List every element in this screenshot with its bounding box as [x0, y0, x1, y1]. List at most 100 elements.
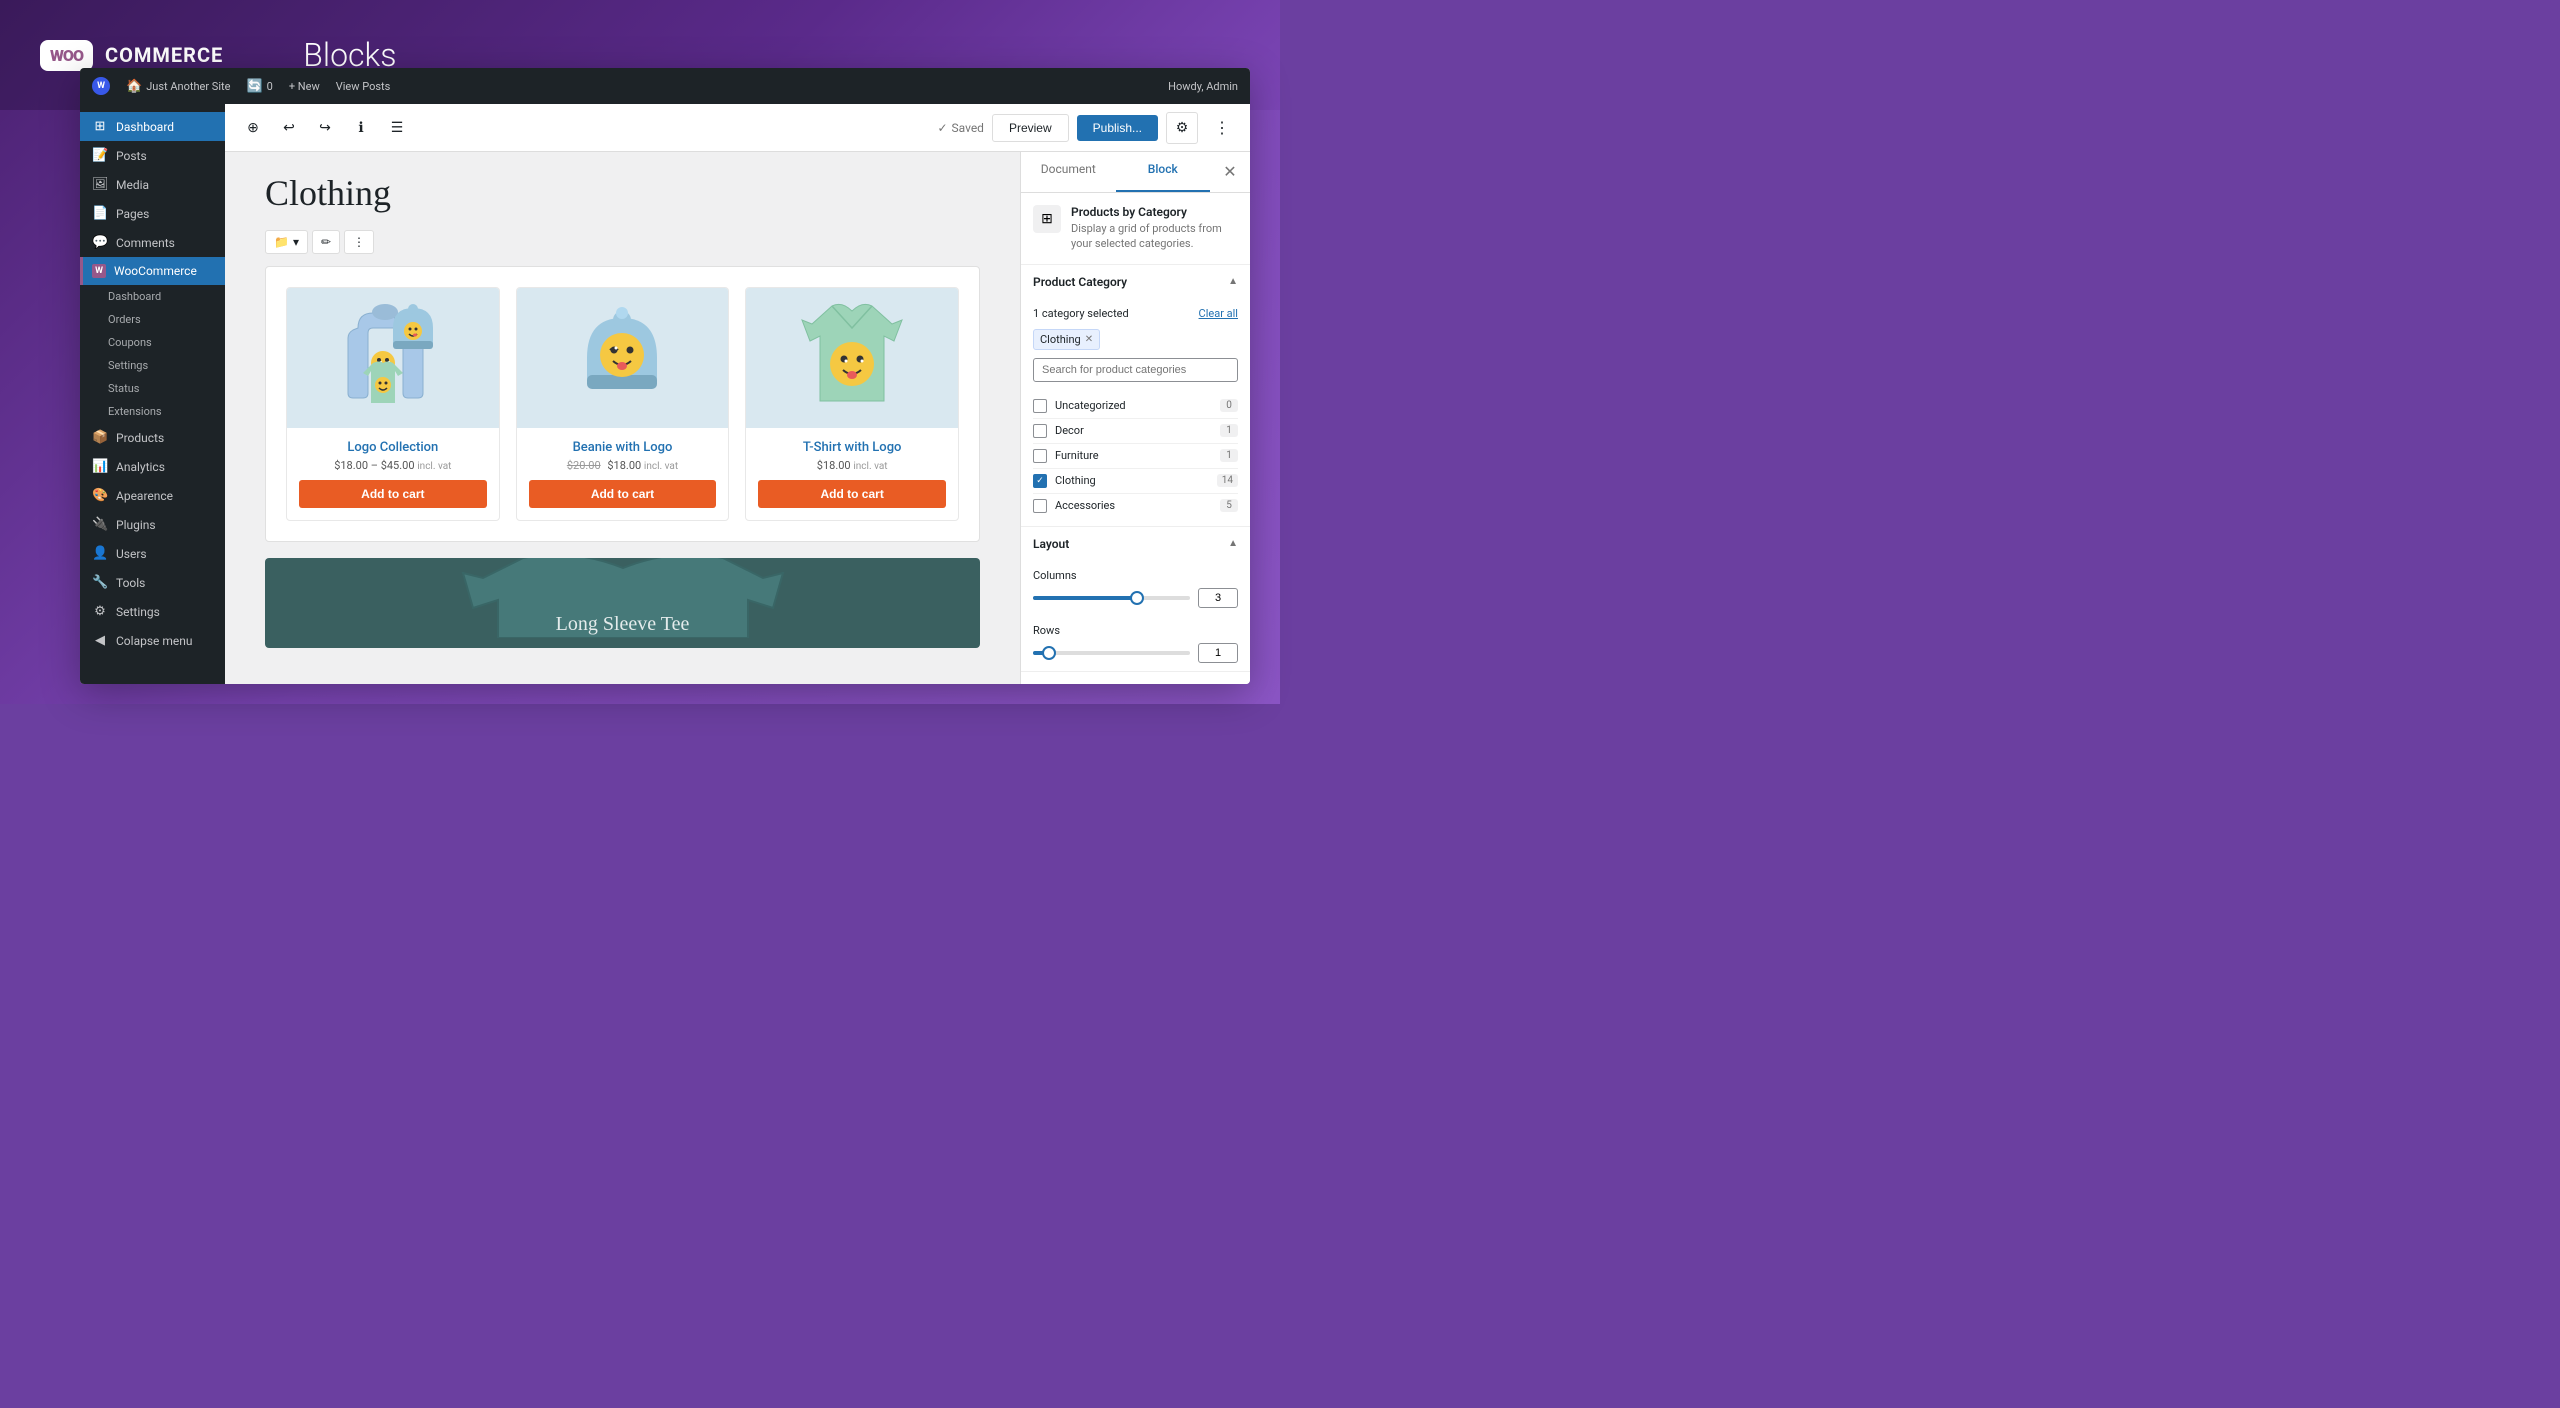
sidebar-sub-settings[interactable]: Settings	[80, 354, 225, 377]
page-title: Clothing	[265, 172, 980, 214]
block-more-button[interactable]: ⋮	[344, 230, 374, 254]
sidebar-item-products[interactable]: 📦 Products	[80, 423, 225, 452]
category-checkbox-uncategorized[interactable]	[1033, 399, 1047, 413]
sidebar-item-appearance[interactable]: 🎨 Apearence	[80, 481, 225, 510]
editor-toolbar: ⊕ ↩ ↪ ℹ ☰ ✓ Saved Preview Publish... ⚙ ⋮	[225, 104, 1250, 152]
sidebar-sub-orders[interactable]: Orders	[80, 308, 225, 331]
list-view-button[interactable]: ☰	[381, 112, 413, 144]
site-name[interactable]: 🏠 Just Another Site	[126, 79, 230, 94]
product-name-1: Logo Collection	[299, 440, 487, 455]
tab-document[interactable]: Document	[1021, 152, 1116, 192]
block-folder-button[interactable]: 📁 ▾	[265, 230, 308, 254]
product-category-section: Product Category ▲ 1 category selected C…	[1021, 265, 1250, 527]
sidebar-item-users[interactable]: 👤 Users	[80, 539, 225, 568]
sidebar-collapse[interactable]: ◀ Colapse menu	[80, 626, 225, 655]
undo-button[interactable]: ↩	[273, 112, 305, 144]
tshirt-image	[792, 298, 912, 418]
add-to-cart-button-3[interactable]: Add to cart	[758, 480, 946, 508]
sidebar-item-pages[interactable]: 📄 Pages	[80, 199, 225, 228]
rows-input[interactable]: 1	[1198, 643, 1238, 663]
sidebar-sub-dashboard[interactable]: Dashboard	[80, 285, 225, 308]
product-name-2: Beanie with Logo	[529, 440, 717, 455]
second-block-preview: Long Sleeve Tee	[265, 558, 980, 648]
updates-item[interactable]: 🔄 0	[246, 79, 272, 94]
selected-info: 1 category selected Clear all	[1033, 307, 1238, 320]
product-category-header[interactable]: Product Category ▲	[1021, 265, 1250, 299]
tab-block[interactable]: Block	[1116, 152, 1211, 192]
howdy-label: Howdy, Admin	[1168, 80, 1238, 93]
add-to-cart-button-1[interactable]: Add to cart	[299, 480, 487, 508]
sidebar-sub-extensions[interactable]: Extensions	[80, 400, 225, 423]
redo-button[interactable]: ↪	[309, 112, 341, 144]
toolbar-right: ✓ Saved Preview Publish... ⚙ ⋮	[937, 112, 1238, 144]
rows-slider-thumb[interactable]	[1042, 646, 1056, 660]
editor-content: Clothing 📁 ▾ ✏ ⋮	[225, 152, 1020, 684]
columns-slider-thumb[interactable]	[1130, 591, 1144, 605]
block-edit-button[interactable]: ✏	[312, 230, 340, 254]
home-icon: 🏠	[126, 79, 142, 94]
view-posts[interactable]: View Posts	[336, 80, 391, 93]
panel-close-button[interactable]: ✕	[1214, 156, 1246, 188]
right-panel: Document Block ✕ ⊞ Products by Category …	[1020, 152, 1250, 684]
sidebar-sub-coupons[interactable]: Coupons	[80, 331, 225, 354]
category-count-decor: 1	[1220, 424, 1238, 437]
sidebar-item-settings[interactable]: ⚙ Settings	[80, 597, 225, 626]
category-checkbox-furniture[interactable]	[1033, 449, 1047, 463]
pages-icon: 📄	[92, 206, 108, 221]
block-type-icon: ⊞	[1033, 205, 1061, 233]
category-name-accessories: Accessories	[1055, 499, 1220, 512]
add-to-cart-button-2[interactable]: Add to cart	[529, 480, 717, 508]
block-description: Display a grid of products from your sel…	[1071, 221, 1238, 252]
columns-input[interactable]: 3	[1198, 588, 1238, 608]
category-checkbox-accessories[interactable]	[1033, 499, 1047, 513]
product-card-3: T-Shirt with Logo $18.00 incl. vat Add t…	[745, 287, 959, 521]
sidebar-item-tools[interactable]: 🔧 Tools	[80, 568, 225, 597]
tools-icon: 🔧	[92, 575, 108, 590]
category-item-decor: Decor 1	[1033, 419, 1238, 444]
sidebar: ⊞ Dashboard 📝 Posts 🖼 Media 📄 Pages 💬 Co…	[80, 104, 225, 684]
sidebar-item-media[interactable]: 🖼 Media	[80, 170, 225, 199]
updates-icon: 🔄	[246, 79, 262, 94]
folder-icon: 📁	[274, 235, 289, 249]
clear-all-link[interactable]: Clear all	[1199, 307, 1238, 320]
collapse-icon-layout: ▲	[1228, 538, 1238, 549]
sidebar-sub-status[interactable]: Status	[80, 377, 225, 400]
sidebar-item-dashboard[interactable]: ⊞ Dashboard	[80, 112, 225, 141]
publish-button[interactable]: Publish...	[1077, 115, 1158, 141]
chevron-down-icon: ▾	[293, 235, 299, 249]
sidebar-item-analytics[interactable]: 📊 Analytics	[80, 452, 225, 481]
settings-button[interactable]: ⚙	[1166, 112, 1198, 144]
preview-button[interactable]: Preview	[992, 114, 1069, 142]
block-title: Products by Category	[1071, 205, 1238, 219]
check-icon: ✓	[937, 121, 947, 135]
tag-remove-button[interactable]: ✕	[1085, 334, 1093, 345]
product-image-1	[287, 288, 499, 428]
category-checkbox-decor[interactable]	[1033, 424, 1047, 438]
add-block-button[interactable]: ⊕	[237, 112, 269, 144]
category-name-clothing: Clothing	[1055, 474, 1217, 487]
info-button[interactable]: ℹ	[345, 112, 377, 144]
layout-section-header[interactable]: Layout ▲	[1021, 527, 1250, 561]
category-search-input[interactable]	[1033, 358, 1238, 382]
product-category-title: Product Category	[1033, 275, 1127, 289]
product-price-2: $20.00 $18.00 incl. vat	[529, 459, 717, 472]
product-info-2: Beanie with Logo $20.00 $18.00 incl. vat…	[517, 428, 729, 520]
rows-slider-track	[1033, 651, 1190, 655]
sidebar-item-posts[interactable]: 📝 Posts	[80, 141, 225, 170]
category-checkbox-clothing[interactable]	[1033, 474, 1047, 488]
selected-count: 1 category selected	[1033, 307, 1129, 320]
editor-window: W 🏠 Just Another Site 🔄 0 + New View Pos…	[80, 68, 1250, 684]
more-options-button[interactable]: ⋮	[1206, 112, 1238, 144]
product-image-2	[517, 288, 729, 428]
sidebar-item-comments[interactable]: 💬 Comments	[80, 228, 225, 257]
columns-slider-fill	[1033, 596, 1137, 600]
comments-icon: 💬	[92, 235, 108, 250]
new-item[interactable]: + New	[289, 80, 320, 93]
sidebar-item-plugins[interactable]: 🔌 Plugins	[80, 510, 225, 539]
panel-content: ⊞ Products by Category Display a grid of…	[1021, 193, 1250, 684]
sidebar-item-woocommerce[interactable]: W WooCommerce	[80, 257, 225, 285]
wp-logo: W	[92, 77, 110, 95]
product-info-1: Logo Collection $18.00 – $45.00 incl. va…	[287, 428, 499, 520]
category-name-uncategorized: Uncategorized	[1055, 399, 1220, 412]
category-field: 1 category selected Clear all Clothing ✕	[1021, 299, 1250, 390]
